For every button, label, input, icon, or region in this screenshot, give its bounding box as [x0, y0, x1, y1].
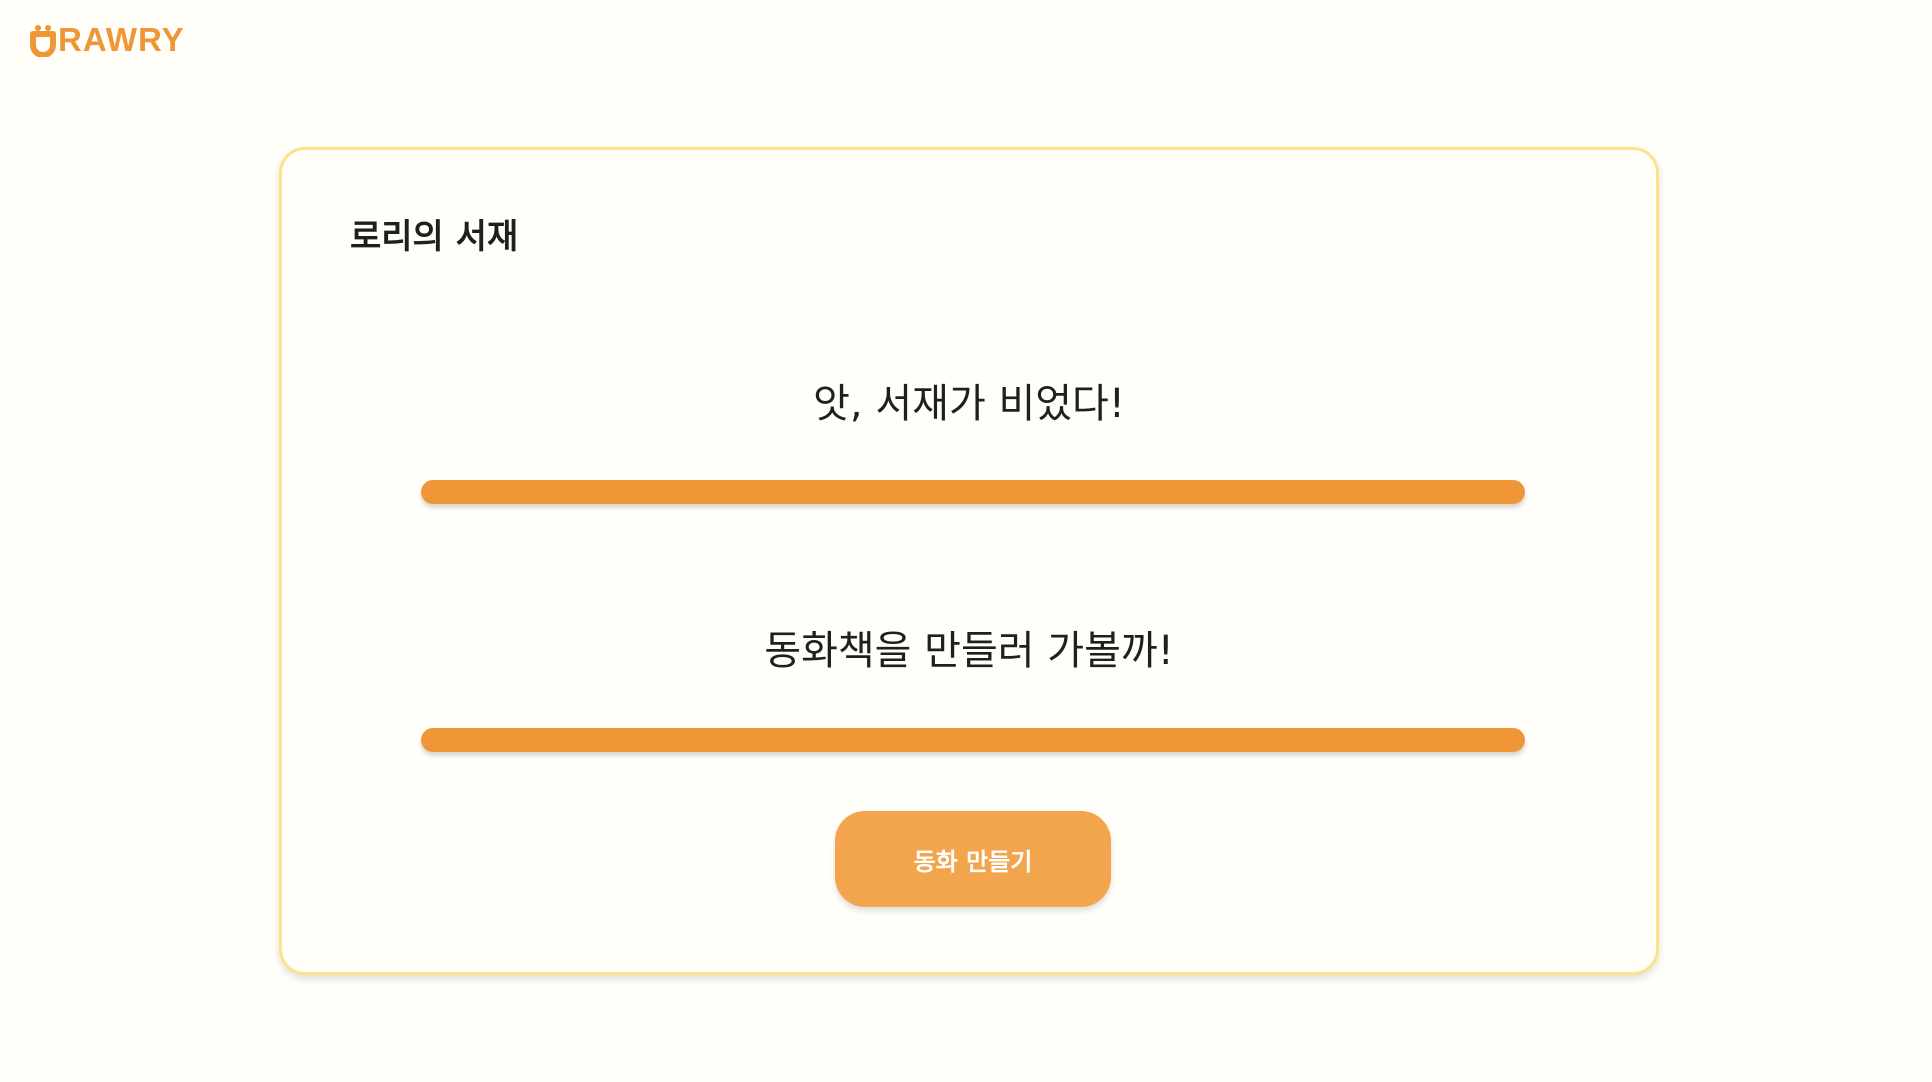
- logo-text: RAWRY: [58, 21, 185, 58]
- divider-bar: [421, 480, 1525, 504]
- create-prompt-message: 동화책을 만들러 가볼까!: [764, 628, 1174, 674]
- create-story-button[interactable]: 동화 만들기: [835, 811, 1111, 907]
- drawry-logo-icon: [30, 24, 56, 57]
- library-title: 로리의 서재: [350, 217, 519, 257]
- empty-library-message: 앗, 서재가 비었다!: [813, 381, 1125, 427]
- drawry-logo[interactable]: RAWRY: [30, 22, 185, 58]
- divider-bar: [421, 728, 1525, 752]
- library-card: 로리의 서재 앗, 서재가 비었다! 동화책을 만들러 가볼까! 동화 만들기: [279, 147, 1659, 975]
